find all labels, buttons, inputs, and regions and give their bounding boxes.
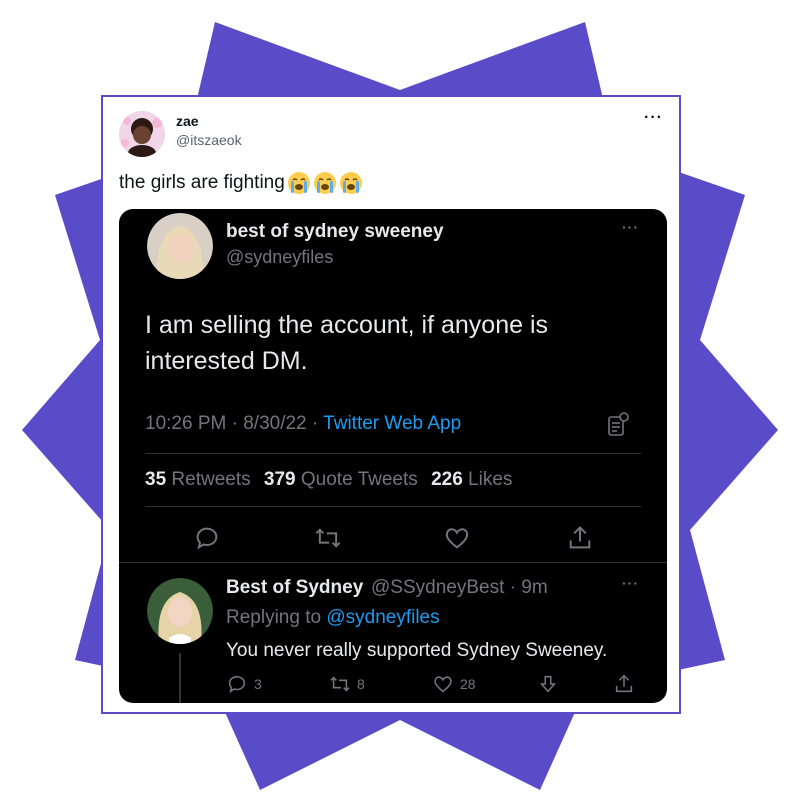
analytics-icon[interactable] (607, 411, 629, 437)
reply-count: 3 (254, 676, 262, 692)
downvote-icon (539, 675, 557, 693)
reply-icon (228, 675, 246, 694)
like-icon[interactable] (443, 524, 471, 552)
divider (119, 562, 667, 563)
tweet-card[interactable]: zae @itszaeok ··· the girls are fighting (101, 95, 681, 714)
reply-time[interactable]: 9m (521, 577, 547, 598)
more-icon[interactable]: ··· (644, 109, 663, 127)
avatar[interactable] (147, 578, 213, 644)
retweet-count: 8 (357, 676, 365, 692)
share-icon (615, 674, 633, 693)
tweet-text-content: the girls are fighting (119, 172, 285, 193)
tweet-date[interactable]: 8/30/22 (243, 413, 306, 434)
quoted-user-name[interactable]: best of sydney sweeney (226, 221, 444, 243)
divider (145, 453, 641, 454)
retweet-icon[interactable] (314, 524, 342, 552)
quoted-tweet-text: I am selling the account, if anyone is i… (145, 311, 549, 375)
loudly-crying-face-icon (287, 172, 310, 194)
quoted-user-handle[interactable]: @sydneyfiles (226, 247, 333, 268)
reply-text: You never really supported Sydney Sweene… (226, 640, 608, 661)
separator-dot: · (231, 413, 244, 434)
reply-user-name[interactable]: Best of Sydney (226, 577, 363, 599)
thread-line (179, 653, 181, 703)
reply-user-handle-and-time: @SSydneyBest · 9m (371, 577, 548, 599)
user-handle[interactable]: @itszaeok (176, 132, 242, 148)
reply-reply-button[interactable]: 3 (226, 673, 262, 695)
reply-like-button[interactable]: 28 (432, 673, 476, 695)
replying-to-label: Replying to (226, 607, 322, 628)
tweet-source-link[interactable]: Twitter Web App (323, 413, 461, 434)
user-name[interactable]: zae (176, 113, 199, 129)
quote-tweets-stat[interactable]: 379 Quote Tweets (264, 469, 418, 490)
tweet-stats: 35 Retweets 379 Quote Tweets 226 Likes (145, 469, 512, 491)
retweets-stat[interactable]: 35 Retweets (145, 469, 251, 490)
reply-icon[interactable] (193, 524, 221, 552)
likes-stat[interactable]: 226 Likes (431, 469, 512, 490)
separator-dot: · (504, 577, 522, 598)
quoted-tweet-card[interactable]: best of sydney sweeney @sydneyfiles ··· … (119, 209, 667, 703)
tweet-time[interactable]: 10:26 PM (145, 413, 226, 434)
retweet-icon (330, 676, 350, 692)
more-icon[interactable]: ··· (622, 575, 639, 591)
reply-downvote-button[interactable] (537, 673, 559, 695)
reply-retweet-button[interactable]: 8 (329, 673, 365, 695)
tweet-timestamp: 10:26 PM · 8/30/22 · Twitter Web App (145, 413, 461, 435)
like-count: 28 (460, 676, 476, 692)
tweet-text: the girls are fighting (119, 171, 363, 195)
reply-share-button[interactable] (613, 673, 635, 695)
more-icon[interactable]: ··· (622, 219, 639, 235)
avatar[interactable] (119, 111, 165, 157)
divider (145, 506, 641, 507)
like-icon (434, 676, 452, 693)
loudly-crying-face-icon (313, 172, 336, 194)
replying-to: Replying to @sydneyfiles (226, 607, 440, 629)
reply-user-handle[interactable]: @SSydneyBest (371, 577, 504, 598)
avatar[interactable] (147, 213, 213, 279)
loudly-crying-face-icon (339, 172, 362, 194)
share-icon[interactable] (566, 524, 594, 552)
replying-to-mention[interactable]: @sydneyfiles (326, 607, 439, 628)
separator-dot: · (311, 413, 324, 434)
